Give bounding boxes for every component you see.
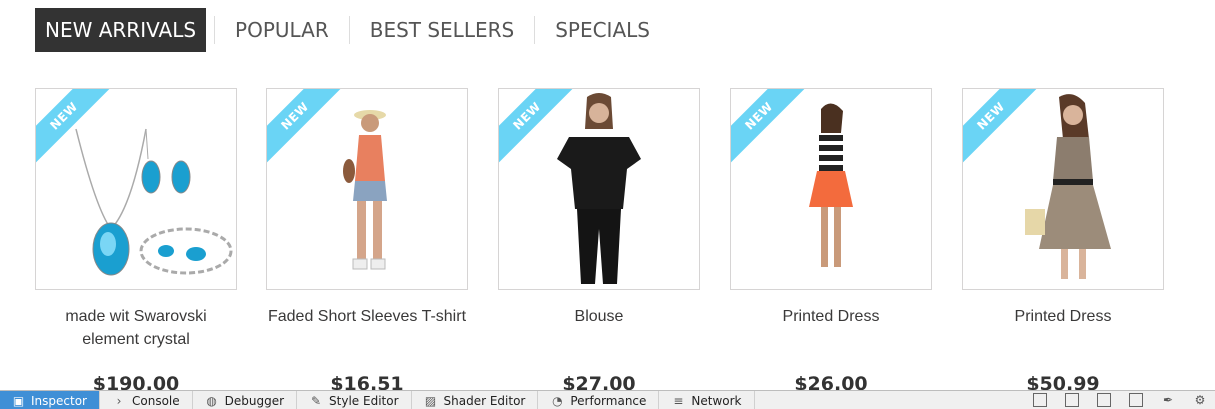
product-image-link[interactable]: NEW [266,88,468,290]
debugger-icon: ◍ [206,393,217,408]
devtools-tab-label: Inspector [31,393,87,408]
devtools-toolbar: ▣ Inspector › Console ◍ Debugger ✎ Style… [0,390,1215,409]
settings-icon[interactable]: ⚙ [1193,393,1207,407]
tab-popular[interactable]: POPULAR [223,8,341,52]
inspector-icon: ▣ [12,393,25,408]
new-label: NEW [963,89,1047,173]
tab-divider [214,16,216,44]
devtools-tab-inspector[interactable]: ▣ Inspector [0,391,100,409]
dock-side-icon[interactable] [1065,393,1079,407]
tab-divider [348,16,350,44]
product-card: NEW Faded Short Sleeves T-shirt $16.51 [266,88,468,395]
devtools-tab-network[interactable]: ≡ Network [659,391,755,409]
new-label: NEW [267,89,351,173]
devtools-tab-label: Shader Editor [443,393,526,408]
new-ribbon: NEW [36,89,120,173]
product-name[interactable]: Printed Dress [962,305,1164,363]
new-label: NEW [731,89,815,173]
product-card: NEW Blouse $27.00 [498,88,700,395]
product-image-link[interactable]: NEW [962,88,1164,290]
product-name[interactable]: Blouse [498,305,700,363]
new-ribbon: NEW [267,89,351,173]
shader-editor-icon: ▨ [424,393,437,408]
split-console-icon[interactable] [1033,393,1047,407]
product-name[interactable]: made wit Swarovski element crystal [35,305,237,363]
product-image-link[interactable]: NEW [498,88,700,290]
devtools-tab-console[interactable]: › Console [100,391,193,409]
product-name[interactable]: Faded Short Sleeves T-shirt [266,305,468,363]
eyedropper-icon[interactable]: ✒ [1161,393,1175,407]
responsive-mode-icon[interactable] [1097,393,1111,407]
product-name[interactable]: Printed Dress [730,305,932,363]
product-image-link[interactable]: NEW [35,88,237,290]
devtools-tab-style-editor[interactable]: ✎ Style Editor [297,391,412,409]
devtools-tab-label: Debugger [224,393,285,408]
new-label: NEW [36,89,120,173]
new-ribbon: NEW [499,89,583,173]
tab-divider [534,16,536,44]
devtools-tab-performance[interactable]: ◔ Performance [538,391,660,409]
console-icon: › [116,393,122,408]
new-ribbon: NEW [963,89,1047,173]
product-card: NEW Printed Dress $50.99 [962,88,1164,395]
devtools-actions: ✒ ⚙ [1033,391,1215,409]
new-label: NEW [499,89,583,173]
product-card: NEW Printed Dress $26.00 [730,88,932,395]
screenshot-icon[interactable] [1129,393,1143,407]
style-editor-icon: ✎ [311,393,322,408]
performance-icon: ◔ [552,393,563,408]
network-icon: ≡ [673,393,684,408]
tab-new-arrivals[interactable]: NEW ARRIVALS [35,8,207,52]
devtools-tab-label: Performance [570,393,647,408]
devtools-tab-label: Console [132,393,180,408]
devtools-tab-shader-editor[interactable]: ▨ Shader Editor [412,391,539,409]
tab-best-sellers[interactable]: BEST SELLERS [358,8,526,52]
product-image-link[interactable]: NEW [730,88,932,290]
product-tabs: NEW ARRIVALS POPULAR BEST SELLERS SPECIA… [35,8,662,52]
product-card: NEW made wit Swarovski element crystal $… [35,88,237,395]
new-ribbon: NEW [731,89,815,173]
tab-specials[interactable]: SPECIALS [543,8,662,52]
devtools-tab-label: Style Editor [329,393,399,408]
devtools-tab-debugger[interactable]: ◍ Debugger [193,391,298,409]
devtools-tab-label: Network [691,393,742,408]
